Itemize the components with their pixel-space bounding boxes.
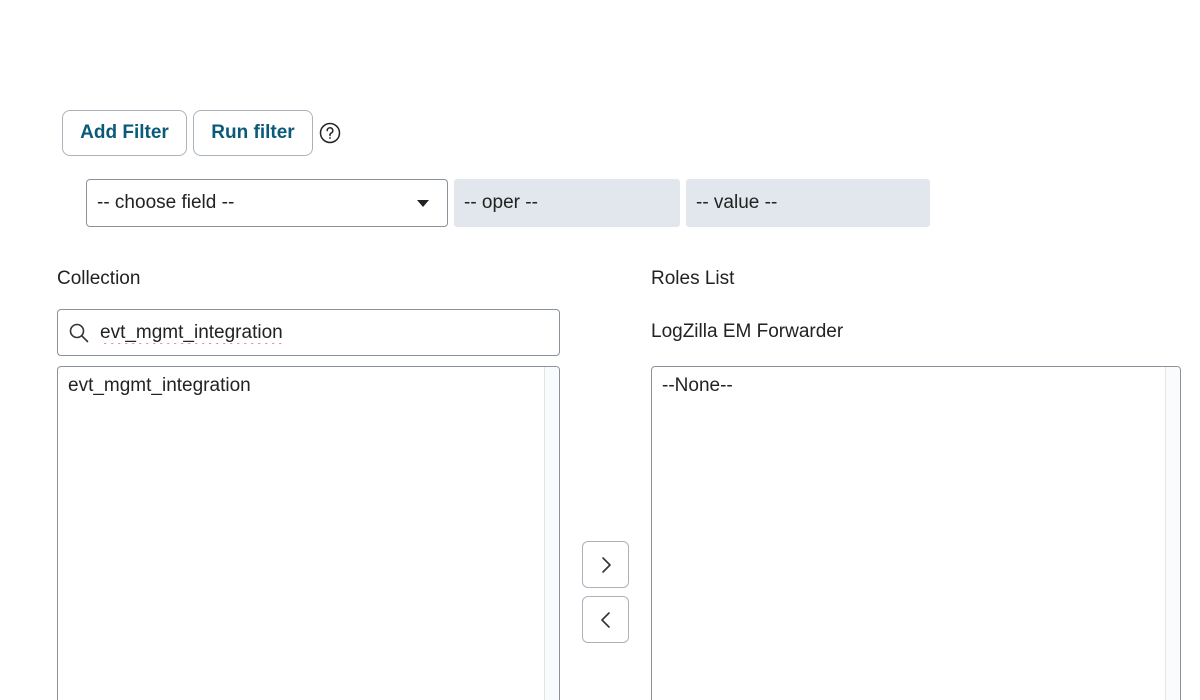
collection-listbox[interactable]: evt_mgmt_integration	[57, 366, 560, 700]
run-filter-button[interactable]: Run filter	[193, 110, 313, 156]
value-placeholder: -- value --	[696, 192, 778, 213]
choose-field-select[interactable]: -- choose field --	[86, 179, 448, 227]
collection-search	[57, 309, 560, 356]
collection-scrollbar[interactable]	[544, 367, 559, 700]
add-filter-button[interactable]: Add Filter	[62, 110, 187, 156]
chevron-down-icon	[417, 200, 429, 207]
operator-placeholder: -- oper --	[464, 192, 538, 213]
roles-listbox[interactable]: --None--	[651, 366, 1181, 700]
chevron-right-icon	[601, 556, 611, 573]
list-item[interactable]: evt_mgmt_integration	[58, 367, 559, 405]
search-icon	[69, 323, 89, 342]
slushbucket-page: Add Filter Run filter -- choose field --…	[0, 0, 1200, 700]
choose-field-value: -- choose field --	[97, 192, 235, 213]
operator-field: -- oper --	[454, 179, 680, 227]
help-circle-icon[interactable]	[319, 122, 341, 144]
roles-list-label: Roles List	[651, 268, 735, 289]
chevron-left-icon	[600, 611, 610, 628]
collection-label: Collection	[57, 268, 141, 289]
value-field: -- value --	[686, 179, 930, 227]
list-item[interactable]: --None--	[652, 367, 1180, 405]
roles-scrollbar[interactable]	[1165, 367, 1180, 700]
collection-search-input[interactable]	[98, 320, 532, 345]
move-right-button[interactable]	[582, 541, 629, 588]
selected-role-name: LogZilla EM Forwarder	[651, 321, 844, 342]
move-left-button[interactable]	[582, 596, 629, 643]
